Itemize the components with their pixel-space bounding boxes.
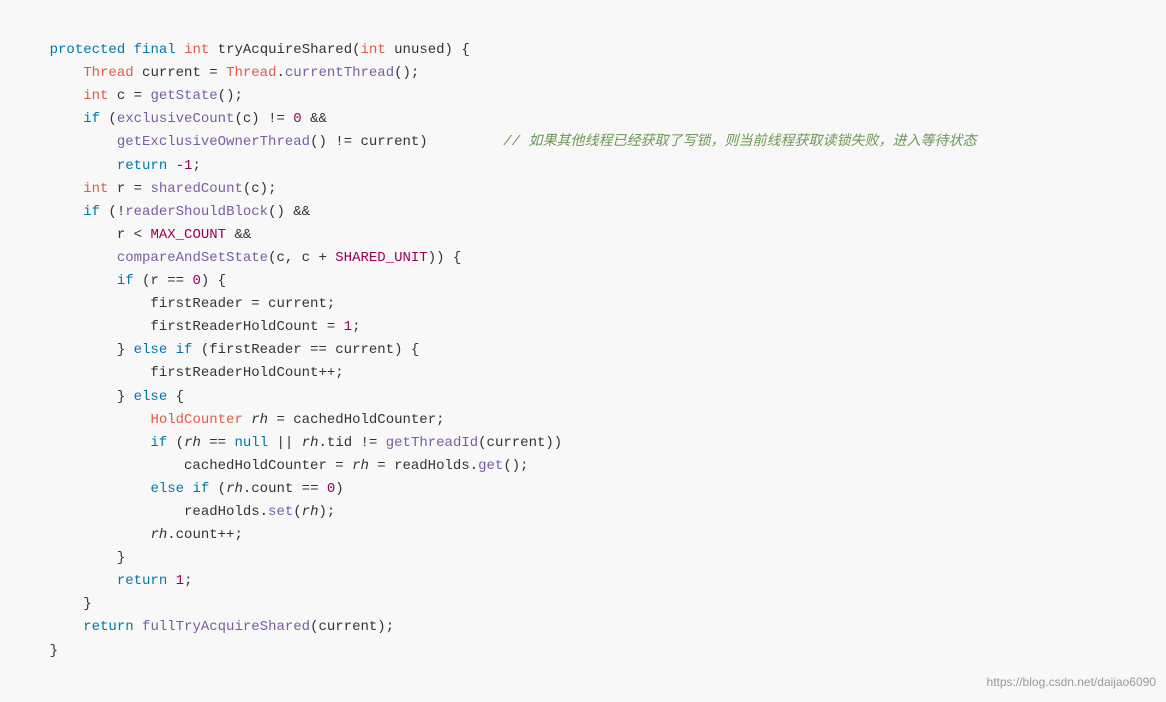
code-container[interactable]: protected final int tryAcquireShared(int… <box>0 0 1166 702</box>
code-block: protected final int tryAcquireShared(int… <box>16 16 1146 686</box>
watermark: https://blog.csdn.net/daijao6090 <box>987 673 1156 692</box>
